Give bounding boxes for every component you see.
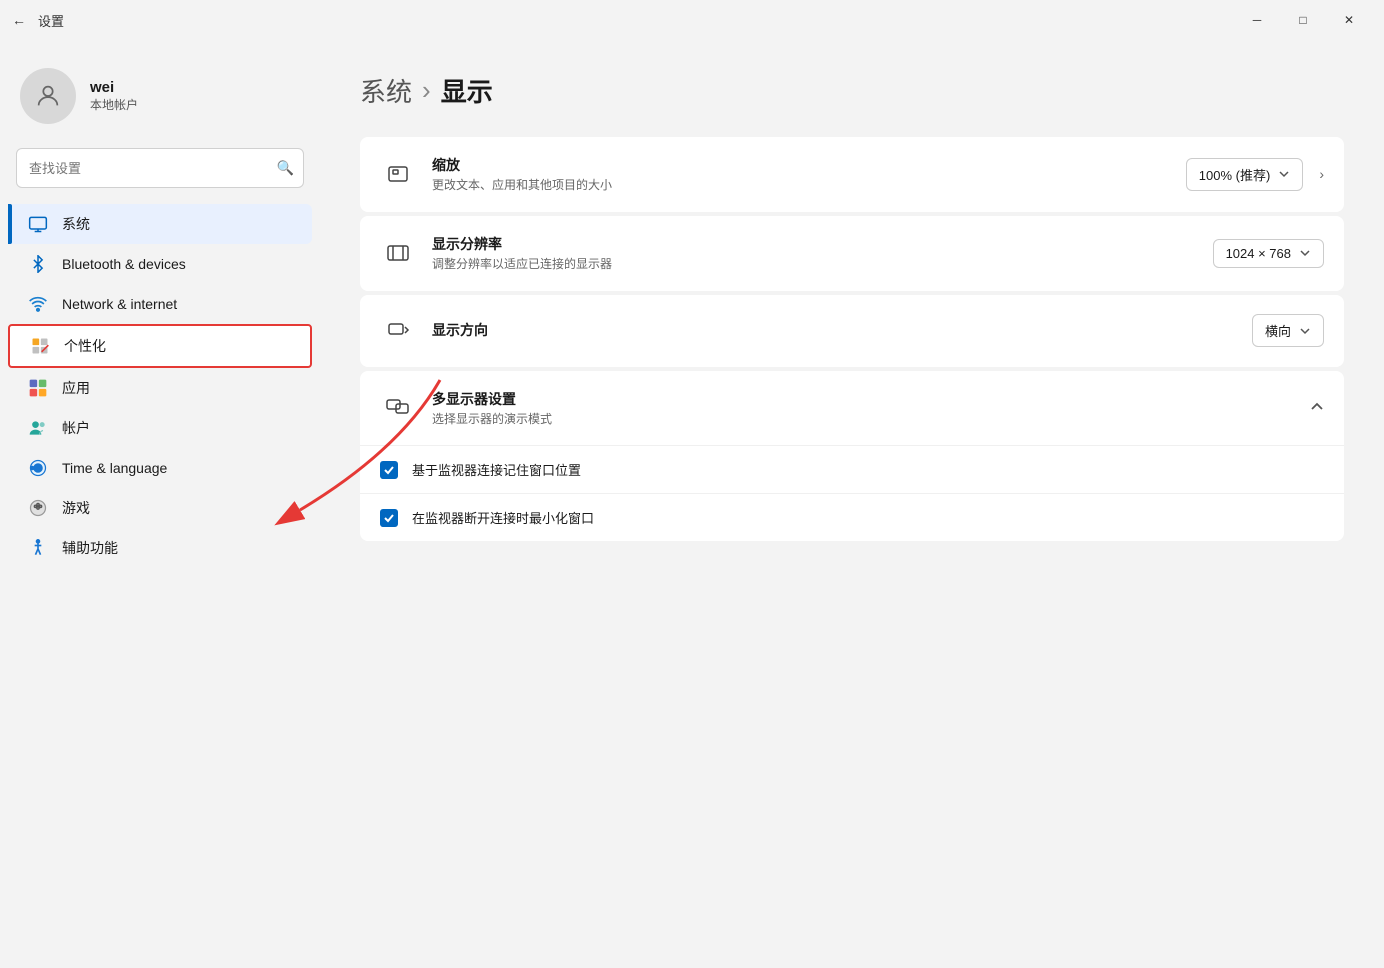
multi-display-title: 多显示器设置 <box>432 389 1310 409</box>
title-bar-controls: ─ □ ✕ <box>1234 4 1372 36</box>
checkmark-icon-2 <box>383 512 395 524</box>
multi-display-body: 基于监视器连接记住窗口位置 在监视器断开连接时最小化窗口 <box>360 445 1344 541</box>
breadcrumb-parent: 系统 <box>360 72 412 109</box>
back-button[interactable]: ← <box>12 12 26 28</box>
user-account: 本地帐户 <box>90 96 138 113</box>
sidebar-item-label-bluetooth: Bluetooth & devices <box>62 256 186 272</box>
sidebar-item-accessibility[interactable]: 辅助功能 <box>8 528 312 568</box>
multi-display-desc: 选择显示器的演示模式 <box>432 411 1310 428</box>
network-icon <box>28 294 48 314</box>
active-indicator <box>8 204 12 244</box>
breadcrumb: 系统 › 显示 <box>360 72 1344 109</box>
checkbox-row-remember[interactable]: 基于监视器连接记住窗口位置 <box>360 446 1344 494</box>
gaming-icon <box>28 498 48 518</box>
scale-title: 缩放 <box>432 155 1186 175</box>
title-bar-title: 设置 <box>38 11 64 30</box>
close-button[interactable]: ✕ <box>1326 4 1372 36</box>
sidebar: wei 本地帐户 🔍 系统 <box>0 40 320 968</box>
bluetooth-icon <box>28 254 48 274</box>
scale-card: 缩放 更改文本、应用和其他项目的大小 100% (推荐) › <box>360 137 1344 212</box>
sidebar-item-label-gaming: 游戏 <box>62 498 90 518</box>
scale-dropdown[interactable]: 100% (推荐) <box>1186 158 1304 191</box>
sidebar-item-system[interactable]: 系统 <box>8 204 312 244</box>
multi-display-icon <box>380 390 416 426</box>
user-name: wei <box>90 79 138 96</box>
orientation-dropdown[interactable]: 横向 <box>1252 314 1324 347</box>
multi-display-header[interactable]: 多显示器设置 选择显示器的演示模式 <box>360 371 1344 446</box>
user-info: wei 本地帐户 <box>90 79 138 113</box>
remember-window-label: 基于监视器连接记住窗口位置 <box>412 460 581 479</box>
system-icon <box>28 214 48 234</box>
search-box: 🔍 <box>16 148 304 188</box>
sidebar-item-apps[interactable]: 应用 <box>8 368 312 408</box>
orientation-text: 显示方向 <box>432 320 1252 342</box>
resolution-row[interactable]: 显示分辨率 调整分辨率以适应已连接的显示器 1024 × 768 <box>360 216 1344 291</box>
resolution-dropdown[interactable]: 1024 × 768 <box>1213 239 1324 268</box>
search-input[interactable] <box>16 148 304 188</box>
sidebar-item-label-network: Network & internet <box>62 296 177 312</box>
nav-list: 系统 Bluetooth & devices <box>0 204 320 568</box>
resolution-text: 显示分辨率 调整分辨率以适应已连接的显示器 <box>432 234 1213 273</box>
multi-display-section: 多显示器设置 选择显示器的演示模式 基于监视器连接记住窗口位置 <box>360 371 1344 542</box>
resolution-control: 1024 × 768 <box>1213 239 1324 268</box>
scale-control: 100% (推荐) › <box>1186 158 1324 191</box>
breadcrumb-current: 显示 <box>441 72 493 109</box>
sidebar-item-label-system: 系统 <box>62 214 90 234</box>
sidebar-item-label-apps: 应用 <box>62 378 90 398</box>
sidebar-item-bluetooth[interactable]: Bluetooth & devices <box>8 244 312 284</box>
content-area: 系统 › 显示 缩放 更改文本、应用和其他项目的大小 10 <box>320 40 1384 968</box>
sidebar-item-accounts[interactable]: 帐户 <box>8 408 312 448</box>
scale-row[interactable]: 缩放 更改文本、应用和其他项目的大小 100% (推荐) › <box>360 137 1344 212</box>
multi-display-text: 多显示器设置 选择显示器的演示模式 <box>432 389 1310 428</box>
main-container: wei 本地帐户 🔍 系统 <box>0 40 1384 968</box>
sidebar-item-network[interactable]: Network & internet <box>8 284 312 324</box>
resolution-value: 1024 × 768 <box>1226 246 1291 261</box>
breadcrumb-separator: › <box>422 75 431 106</box>
minimize-window-label: 在监视器断开连接时最小化窗口 <box>412 508 594 527</box>
resolution-icon <box>380 235 416 271</box>
orientation-card: 显示方向 横向 <box>360 295 1344 367</box>
orientation-row[interactable]: 显示方向 横向 <box>360 295 1344 367</box>
orientation-icon <box>380 313 416 349</box>
minimize-window-checkbox[interactable] <box>380 509 398 527</box>
resolution-card: 显示分辨率 调整分辨率以适应已连接的显示器 1024 × 768 <box>360 216 1344 291</box>
orientation-control: 横向 <box>1252 314 1324 347</box>
sidebar-item-gaming[interactable]: 游戏 <box>8 488 312 528</box>
title-bar: ← 设置 ─ □ ✕ <box>0 0 1384 40</box>
checkmark-icon <box>383 464 395 476</box>
title-bar-left: ← 设置 <box>12 11 64 30</box>
sidebar-item-label-accounts: 帐户 <box>62 418 90 438</box>
user-profile[interactable]: wei 本地帐户 <box>0 56 320 148</box>
apps-icon <box>28 378 48 398</box>
accessibility-icon <box>28 538 48 558</box>
resolution-desc: 调整分辨率以适应已连接的显示器 <box>432 256 1213 273</box>
multi-display-chevron-icon <box>1310 399 1324 416</box>
search-icon: 🔍 <box>277 160 294 177</box>
scale-chevron-right: › <box>1319 166 1324 182</box>
sidebar-item-time[interactable]: Time & language <box>8 448 312 488</box>
remember-window-checkbox[interactable] <box>380 461 398 479</box>
personalization-icon <box>30 336 50 356</box>
scale-value: 100% (推荐) <box>1199 165 1271 184</box>
maximize-button[interactable]: □ <box>1280 4 1326 36</box>
scale-desc: 更改文本、应用和其他项目的大小 <box>432 177 1186 194</box>
minimize-button[interactable]: ─ <box>1234 4 1280 36</box>
sidebar-item-personalization[interactable]: 个性化 <box>8 324 312 368</box>
resolution-chevron-icon <box>1299 247 1311 259</box>
checkbox-row-minimize[interactable]: 在监视器断开连接时最小化窗口 <box>360 494 1344 541</box>
sidebar-item-label-accessibility: 辅助功能 <box>62 538 118 558</box>
resolution-title: 显示分辨率 <box>432 234 1213 254</box>
scale-icon <box>380 156 416 192</box>
orientation-chevron-icon <box>1299 325 1311 337</box>
orientation-title: 显示方向 <box>432 320 1252 340</box>
chevron-down-icon <box>1278 168 1290 180</box>
accounts-icon <box>28 418 48 438</box>
sidebar-item-label-time: Time & language <box>62 460 167 476</box>
orientation-value: 横向 <box>1265 321 1291 340</box>
sidebar-item-label-personalization: 个性化 <box>64 336 106 356</box>
scale-text: 缩放 更改文本、应用和其他项目的大小 <box>432 155 1186 194</box>
time-icon <box>28 458 48 478</box>
avatar <box>20 68 76 124</box>
